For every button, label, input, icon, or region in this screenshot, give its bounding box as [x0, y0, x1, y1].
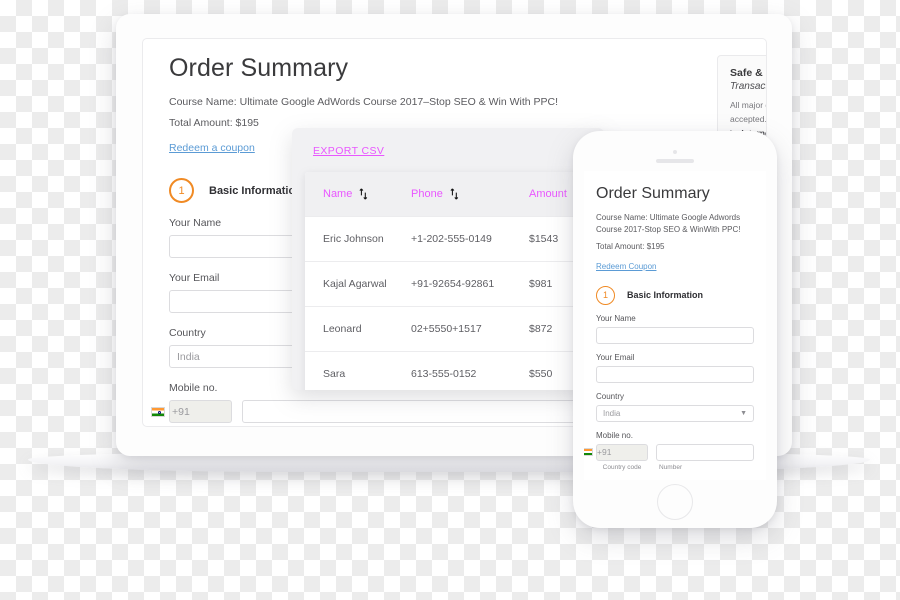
phone-course-name-line1: Course Name: Ultimate Google Adwords [596, 212, 741, 222]
phone-your-name-label: Your Name [596, 313, 636, 323]
phone-your-email-field-group: Your Email [596, 353, 754, 383]
phone-step-1-label: Basic Information [627, 290, 704, 301]
redeem-coupon-link[interactable]: Redeem a coupon [169, 142, 255, 154]
cell-phone: 613-555-0152 [411, 368, 477, 380]
phone-country-code-value: +91 [597, 447, 612, 458]
phone-step-1-header: 1 Basic Information [596, 285, 754, 305]
column-header-amount-label: Amount [529, 188, 567, 200]
country-code-value: +91 [172, 405, 190, 418]
course-name-text: Course Name: Ultimate Google AdWords Cou… [169, 95, 559, 108]
phone-mobile-input-row: +91 [584, 443, 754, 461]
phone-mobile-captions-row: Country code Number [596, 461, 754, 471]
page-title: Order Summary [169, 54, 349, 82]
phone-screen: Order Summary Course Name: Ultimate Goog… [584, 171, 766, 480]
column-header-name[interactable]: Name [305, 188, 411, 200]
phone-mobile-field-group: Mobile no. +91 Country code Number [584, 430, 754, 471]
column-header-phone-label: Phone [411, 188, 443, 200]
country-code-input[interactable]: +91 [151, 400, 232, 423]
sort-updown-icon[interactable] [450, 188, 459, 200]
safe-secure-subtitle: Transactions [730, 81, 766, 92]
country-select-value: India [177, 350, 200, 363]
cell-phone: +91-92654-92861 [411, 278, 495, 290]
phone-country-code-caption: Country code [602, 463, 642, 471]
phone-total-amount-text: Total Amount: $195 [596, 242, 665, 252]
table-row[interactable]: Kajal Agarwal +91-92654-92861 $981 [305, 261, 604, 306]
export-csv-panel: EXPORT CSV Name Phone Amount Eric Johnso… [292, 128, 604, 390]
cell-phone: +1-202-555-0149 [411, 233, 492, 245]
table-row[interactable]: Leonard 02+5550+1517 $872 [305, 306, 604, 351]
phone-your-name-input[interactable] [596, 326, 754, 344]
phone-country-field-group: Country India ▼ [596, 392, 754, 422]
mobile-captions-row: Country code Number [169, 423, 639, 426]
phone-speaker-icon [656, 159, 694, 163]
phone-your-email-label: Your Email [596, 352, 635, 362]
transactions-table: Name Phone Amount Eric Johnson +1-202-55… [305, 172, 604, 390]
cell-name: Kajal Agarwal [323, 278, 387, 290]
phone-number-input[interactable] [656, 443, 754, 461]
mobile-input-row: +91 [151, 400, 639, 423]
screenshot-stage: Order Summary Course Name: Ultimate Goog… [0, 0, 900, 600]
phone-mobile-no-label: Mobile no. [596, 430, 633, 440]
table-row[interactable]: Sara 613-555-0152 $550 [305, 351, 604, 390]
cell-name: Eric Johnson [323, 233, 384, 245]
phone-redeem-coupon-link[interactable]: Redeem Coupon [596, 262, 656, 271]
column-header-phone[interactable]: Phone [411, 188, 529, 200]
phone-step-1-number-badge: 1 [596, 285, 615, 305]
step-1-label: Basic Information [209, 184, 302, 197]
phone-page-title: Order Summary [596, 185, 710, 202]
phone-your-name-field-group: Your Name [596, 314, 754, 344]
phone-country-select[interactable]: India ▼ [596, 404, 754, 422]
export-csv-button[interactable]: EXPORT CSV [313, 145, 384, 157]
phone-country-code-group: +91 [584, 443, 648, 461]
india-flag-icon [151, 406, 165, 417]
phone-device: Order Summary Course Name: Ultimate Goog… [573, 131, 777, 528]
cell-phone: 02+5550+1517 [411, 323, 482, 335]
table-header-row: Name Phone Amount [305, 172, 604, 216]
sort-updown-icon[interactable] [359, 188, 368, 200]
phone-country-code-input[interactable]: +91 [584, 443, 648, 461]
phone-country-select-value: India [603, 408, 621, 418]
phone-camera-icon [673, 150, 677, 154]
table-row[interactable]: Eric Johnson +1-202-555-0149 $1543 [305, 216, 604, 261]
phone-home-button[interactable] [657, 484, 693, 520]
step-1-number-badge: 1 [169, 178, 194, 203]
country-code-group: +91 [151, 400, 232, 423]
india-flag-icon [584, 448, 593, 457]
phone-number-caption: Number [659, 463, 683, 471]
cell-name: Leonard [323, 323, 362, 335]
column-header-name-label: Name [323, 188, 353, 200]
safe-secure-title: Safe & Secure [730, 67, 766, 79]
chevron-down-icon: ▼ [740, 409, 747, 417]
phone-number-group [656, 443, 754, 461]
phone-your-email-input[interactable] [596, 365, 754, 383]
phone-order-summary-panel: Order Summary Course Name: Ultimate Goog… [584, 171, 766, 480]
phone-course-name-line2: Course 2017-Stop SEO & WinWith PPC! [596, 224, 741, 234]
cell-name: Sara [323, 368, 346, 380]
phone-country-label: Country [596, 391, 625, 401]
